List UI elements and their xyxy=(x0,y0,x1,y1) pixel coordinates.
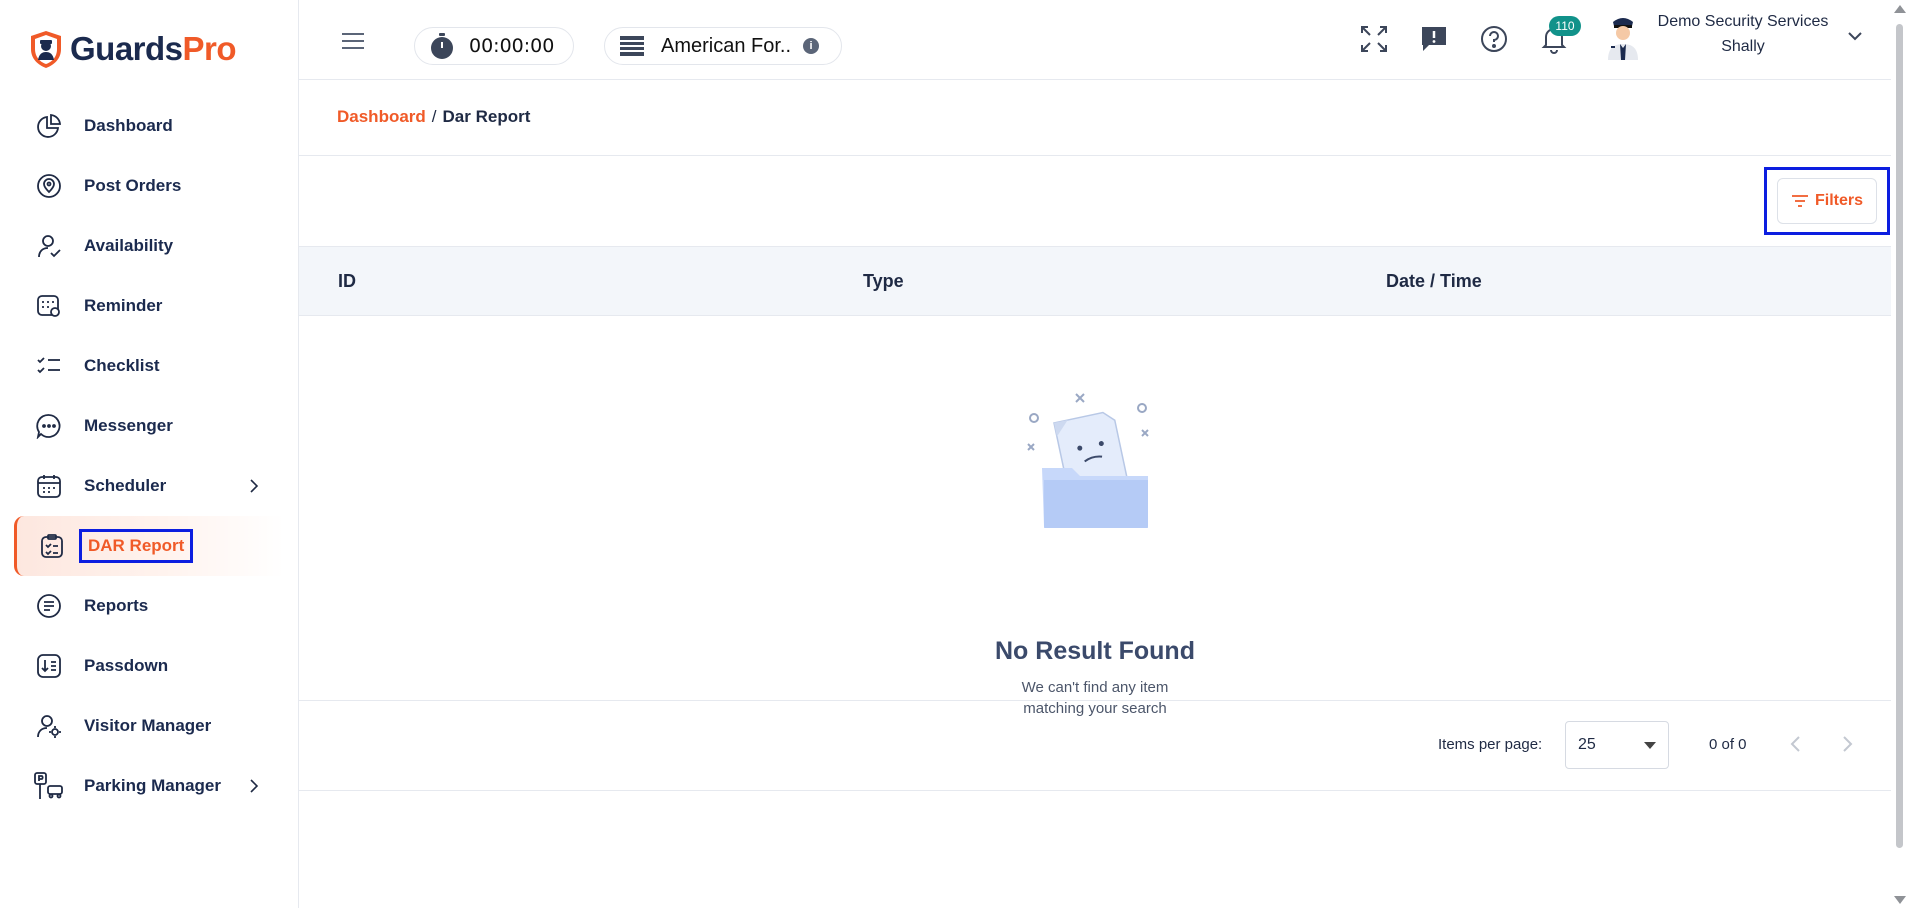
sidebar-item-label: Checklist xyxy=(84,356,160,375)
sidebar-item-label: DAR Report xyxy=(79,529,194,563)
breadcrumb-separator: / xyxy=(431,107,437,126)
parking-icon xyxy=(34,771,64,801)
pie-chart-icon xyxy=(34,111,64,141)
sidebar-item-checklist[interactable]: Checklist xyxy=(0,336,299,396)
info-icon[interactable]: i xyxy=(803,38,820,54)
breadcrumb-current: Dar Report xyxy=(442,107,531,126)
notification-badge: 110 xyxy=(1549,16,1581,36)
sidebar-item-label: Passdown xyxy=(84,656,169,675)
stopwatch-icon xyxy=(431,33,453,59)
sidebar-item-scheduler[interactable]: Scheduler xyxy=(0,456,299,516)
chevron-left-icon[interactable] xyxy=(1789,734,1803,754)
divider xyxy=(299,700,1891,701)
sidebar: GuardsPro Dashboard Post Orders Availabi… xyxy=(0,0,299,908)
building-list-icon xyxy=(620,36,644,56)
download-list-icon xyxy=(34,651,64,681)
chevron-right-icon xyxy=(250,779,259,793)
sidebar-item-dar-report[interactable]: DAR Report xyxy=(14,516,284,576)
scroll-down-arrow-icon[interactable] xyxy=(1894,896,1906,904)
empty-state: No Result Found We can't find any item m… xyxy=(299,316,1891,717)
divider xyxy=(299,155,1891,156)
sidebar-item-label: Post Orders xyxy=(84,176,182,195)
fullscreen-icon[interactable] xyxy=(1359,24,1389,54)
empty-state-line-2: matching your search xyxy=(1023,700,1167,717)
sidebar-item-dashboard[interactable]: Dashboard xyxy=(0,96,299,156)
sidebar-item-label: Reminder xyxy=(84,296,163,315)
filters-highlight: Filters xyxy=(1764,167,1890,235)
brand-name-part1: Guards xyxy=(70,30,183,67)
breadcrumb: Dashboard / Dar Report xyxy=(337,107,530,127)
brand-logo[interactable]: GuardsPro xyxy=(28,28,237,70)
sidebar-item-reminder[interactable]: Reminder xyxy=(0,276,299,336)
brand-name: GuardsPro xyxy=(70,30,237,68)
feedback-icon[interactable] xyxy=(1419,24,1449,54)
main-content: Dashboard / Dar Report Filters ID Type Dat… xyxy=(299,80,1891,908)
filter-lines-icon xyxy=(1791,195,1808,207)
sidebar-item-label: Availability xyxy=(84,236,174,255)
caret-down-icon xyxy=(1644,742,1656,749)
divider xyxy=(299,790,1891,791)
brand-name-part2: Pro xyxy=(182,30,237,67)
table-header: ID Type Date / Time xyxy=(299,246,1891,316)
sidebar-item-visitor-manager[interactable]: Visitor Manager xyxy=(0,696,299,756)
app-root: GuardsPro Dashboard Post Orders Availabi… xyxy=(0,0,1919,908)
user-gear-icon xyxy=(34,711,64,741)
chevron-down-icon[interactable] xyxy=(1847,29,1863,43)
sidebar-item-messenger[interactable]: Messenger xyxy=(0,396,299,456)
user-check-icon xyxy=(34,231,64,261)
user-name: Shally xyxy=(1721,38,1765,55)
sidebar-item-label: Scheduler xyxy=(84,476,167,495)
topbar: 00:00:00 American For.. i 110 Demo Secur… xyxy=(299,0,1899,80)
sidebar-item-reports[interactable]: Reports xyxy=(0,576,299,636)
pagination-range: 0 of 0 xyxy=(1709,736,1747,753)
sidebar-item-parking-manager[interactable]: Parking Manager xyxy=(0,756,299,816)
breadcrumb-root-link[interactable]: Dashboard xyxy=(337,107,426,126)
items-per-page-select[interactable]: 25 xyxy=(1565,721,1669,769)
avatar[interactable] xyxy=(1605,14,1641,62)
sidebar-item-post-orders[interactable]: Post Orders xyxy=(0,156,299,216)
items-per-page-label: Items per page: xyxy=(1438,736,1543,753)
sidebar-nav: Dashboard Post Orders Availability Remin… xyxy=(0,96,299,816)
sidebar-item-label: Reports xyxy=(84,596,149,615)
chevron-right-icon xyxy=(250,479,259,493)
help-icon[interactable] xyxy=(1479,24,1509,54)
chat-bubble-icon xyxy=(34,411,64,441)
empty-state-line-1: We can't find any item xyxy=(1021,679,1169,696)
sidebar-item-label: Dashboard xyxy=(84,116,173,135)
empty-folder-illustration xyxy=(1027,393,1149,528)
column-header-date-time[interactable]: Date / Time xyxy=(1386,271,1482,292)
empty-state-title: No Result Found xyxy=(995,637,1195,665)
location-pin-icon xyxy=(34,171,64,201)
empty-state-subtitle: We can't find any item matching your sea… xyxy=(299,677,1891,719)
chevron-right-icon[interactable] xyxy=(1840,734,1854,754)
hamburger-menu-icon[interactable] xyxy=(341,32,365,50)
scroll-up-arrow-icon[interactable] xyxy=(1894,5,1906,13)
sidebar-item-label: Messenger xyxy=(84,416,173,435)
checklist-icon xyxy=(34,351,64,381)
sidebar-item-passdown[interactable]: Passdown xyxy=(0,636,299,696)
site-name: American For.. xyxy=(661,34,792,57)
sidebar-item-label: Visitor Manager xyxy=(84,716,212,735)
column-header-type[interactable]: Type xyxy=(863,271,904,292)
filters-label: Filters xyxy=(1814,192,1863,209)
filters-button[interactable]: Filters xyxy=(1777,178,1877,224)
clipboard-check-icon xyxy=(37,531,67,561)
column-header-id[interactable]: ID xyxy=(338,271,356,292)
site-selector[interactable]: American For.. i xyxy=(604,27,842,65)
sidebar-item-availability[interactable]: Availability xyxy=(0,216,299,276)
calendar-icon xyxy=(34,471,64,501)
document-lines-icon xyxy=(34,591,64,621)
timer-value: 00:00:00 xyxy=(469,35,555,57)
sidebar-item-label: Parking Manager xyxy=(84,776,221,795)
calendar-alarm-icon xyxy=(34,291,64,321)
guard-shield-logo-icon xyxy=(31,31,61,68)
scrollbar-thumb[interactable] xyxy=(1896,24,1903,848)
shift-timer[interactable]: 00:00:00 xyxy=(414,27,574,65)
page-size-value: 25 xyxy=(1578,736,1596,753)
user-company: Demo Security Services xyxy=(1657,13,1829,30)
